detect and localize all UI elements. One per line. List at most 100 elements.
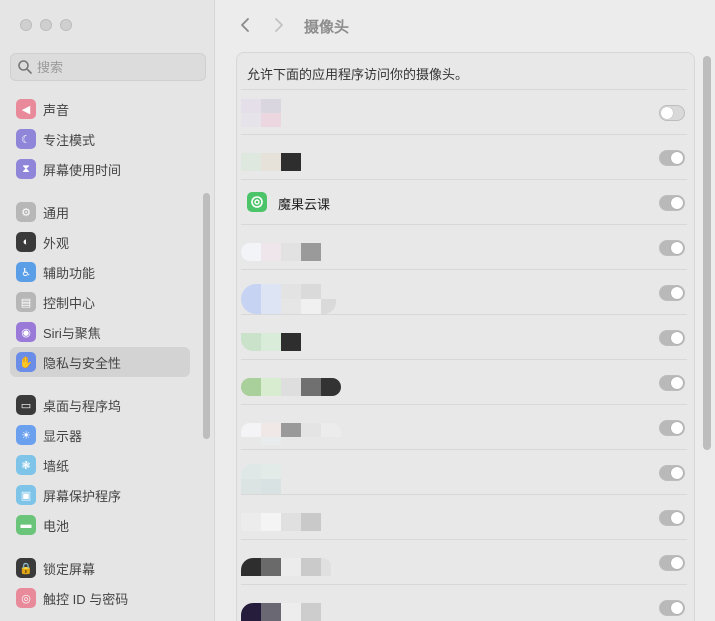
sidebar-item-siri[interactable]: ◉ Siri与聚焦 — [10, 317, 190, 347]
camera-toggle[interactable] — [659, 330, 685, 346]
sidebar-item-label: 触控 ID 与密码 — [43, 591, 129, 607]
zoom-button[interactable] — [60, 19, 72, 31]
mogo-app-icon — [247, 192, 267, 212]
sidebar: ◀ 声音 ☾ 专注模式 ⧗ 屏幕使用时间 ⚙ 通用 ◐ 外观 ♿ 辅助功能 ▤ … — [0, 0, 215, 621]
blurred-app-icon — [241, 549, 341, 577]
sidebar-scrollbar[interactable] — [203, 193, 210, 439]
chevron-right-icon — [275, 18, 283, 32]
fingerprint-icon: ◎ — [16, 588, 36, 608]
toolbar: 摄像头 — [216, 0, 715, 50]
window-controls — [20, 19, 72, 31]
main-scrollbar[interactable] — [703, 56, 711, 450]
blurred-app-icon — [241, 504, 341, 532]
blurred-app-icon — [241, 324, 341, 352]
search-input[interactable] — [37, 59, 197, 75]
sidebar-item-label: 外观 — [43, 235, 70, 251]
sidebar-item-label: 显示器 — [43, 428, 83, 444]
page-title: 摄像头 — [304, 19, 350, 36]
sidebar-item-focus[interactable]: ☾ 专注模式 — [10, 124, 190, 154]
chevron-left-icon — [241, 18, 249, 32]
blurred-app-icon — [241, 369, 341, 397]
app-name: 魔果云课 — [278, 197, 331, 212]
battery-icon: ▬ — [16, 515, 36, 535]
blurred-app-icon — [241, 414, 341, 445]
camera-toggle[interactable] — [659, 240, 685, 256]
sidebar-item-label: 屏幕保护程序 — [43, 488, 122, 504]
moon-icon: ☾ — [16, 129, 36, 149]
camera-panel: 允许下面的应用程序访问你的摄像头。 魔果云课 — [236, 52, 695, 621]
sidebar-item-appearance[interactable]: ◐ 外观 — [10, 227, 190, 257]
sidebar-item-label: 屏幕使用时间 — [43, 162, 122, 178]
sidebar-item-control-center[interactable]: ▤ 控制中心 — [10, 287, 190, 317]
minimize-button[interactable] — [40, 19, 52, 31]
app-row — [241, 494, 687, 539]
camera-toggle[interactable] — [659, 420, 685, 436]
app-row — [241, 89, 687, 134]
app-row — [241, 314, 687, 359]
sidebar-item-label: 声音 — [43, 102, 70, 118]
sidebar-item-label: 控制中心 — [43, 295, 96, 311]
hand-icon: ✋ — [16, 352, 36, 372]
app-row — [241, 359, 687, 404]
sidebar-item-displays[interactable]: ☀ 显示器 — [10, 420, 190, 450]
close-button[interactable] — [20, 19, 32, 31]
sidebar-item-label: 锁定屏幕 — [43, 561, 96, 577]
display-icon: ☀ — [16, 425, 36, 445]
sidebar-item-label: 通用 — [43, 205, 70, 221]
back-button[interactable] — [234, 14, 256, 36]
app-row — [241, 584, 687, 621]
screensaver-icon: ▣ — [16, 485, 36, 505]
sidebar-item-label: 隐私与安全性 — [43, 355, 122, 371]
sidebar-item-lock-screen[interactable]: 🔒 锁定屏幕 — [10, 553, 190, 583]
blurred-app-icon — [241, 144, 341, 172]
control-center-icon: ▤ — [16, 292, 36, 312]
dock-icon: ▭ — [16, 395, 36, 415]
blurred-app-icon — [241, 234, 341, 262]
sidebar-item-label: 墙纸 — [43, 458, 70, 474]
app-row — [241, 224, 687, 269]
blurred-app-icon — [241, 594, 341, 621]
blurred-app-icon — [241, 459, 341, 494]
sidebar-item-desktop-dock[interactable]: ▭ 桌面与程序坞 — [10, 390, 190, 420]
camera-toggle[interactable] — [659, 105, 685, 121]
camera-toggle[interactable] — [659, 285, 685, 301]
app-row — [241, 269, 687, 314]
camera-toggle[interactable] — [659, 195, 685, 211]
camera-toggle[interactable] — [659, 375, 685, 391]
camera-toggle[interactable] — [659, 150, 685, 166]
camera-description: 允许下面的应用程序访问你的摄像头。 — [247, 67, 469, 82]
wallpaper-icon: ❃ — [16, 455, 36, 475]
blurred-app-icon — [241, 279, 341, 314]
camera-toggle[interactable] — [659, 600, 685, 616]
sidebar-item-label: 专注模式 — [43, 132, 96, 148]
sidebar-item-screen-time[interactable]: ⧗ 屏幕使用时间 — [10, 154, 190, 184]
sidebar-item-accessibility[interactable]: ♿ 辅助功能 — [10, 257, 190, 287]
sidebar-item-screensaver[interactable]: ▣ 屏幕保护程序 — [10, 480, 190, 510]
sidebar-item-wallpaper[interactable]: ❃ 墙纸 — [10, 450, 190, 480]
sidebar-item-battery[interactable]: ▬ 电池 — [10, 510, 190, 540]
lock-icon: 🔒 — [16, 558, 36, 578]
accessibility-icon: ♿ — [16, 262, 36, 282]
sidebar-item-label: Siri与聚焦 — [43, 325, 101, 341]
sidebar-item-label: 电池 — [43, 518, 70, 534]
speaker-icon: ◀ — [16, 99, 36, 119]
app-row — [241, 539, 687, 584]
app-row — [241, 134, 687, 179]
app-row — [241, 449, 687, 494]
camera-toggle[interactable] — [659, 555, 685, 571]
appearance-icon: ◐ — [16, 232, 36, 252]
blurred-app-icon — [241, 99, 341, 127]
gear-icon: ⚙ — [16, 202, 36, 222]
camera-toggle[interactable] — [659, 465, 685, 481]
forward-button[interactable] — [268, 14, 290, 36]
app-row — [241, 404, 687, 449]
search-field[interactable] — [10, 53, 206, 81]
sidebar-item-touch-id[interactable]: ◎ 触控 ID 与密码 — [10, 583, 190, 613]
sidebar-item-privacy[interactable]: ✋ 隐私与安全性 — [10, 347, 190, 377]
sidebar-item-sound[interactable]: ◀ 声音 — [10, 94, 190, 124]
camera-toggle[interactable] — [659, 510, 685, 526]
search-icon — [18, 60, 32, 74]
sidebar-item-label: 桌面与程序坞 — [43, 398, 122, 414]
sidebar-item-general[interactable]: ⚙ 通用 — [10, 197, 190, 227]
siri-icon: ◉ — [16, 322, 36, 342]
